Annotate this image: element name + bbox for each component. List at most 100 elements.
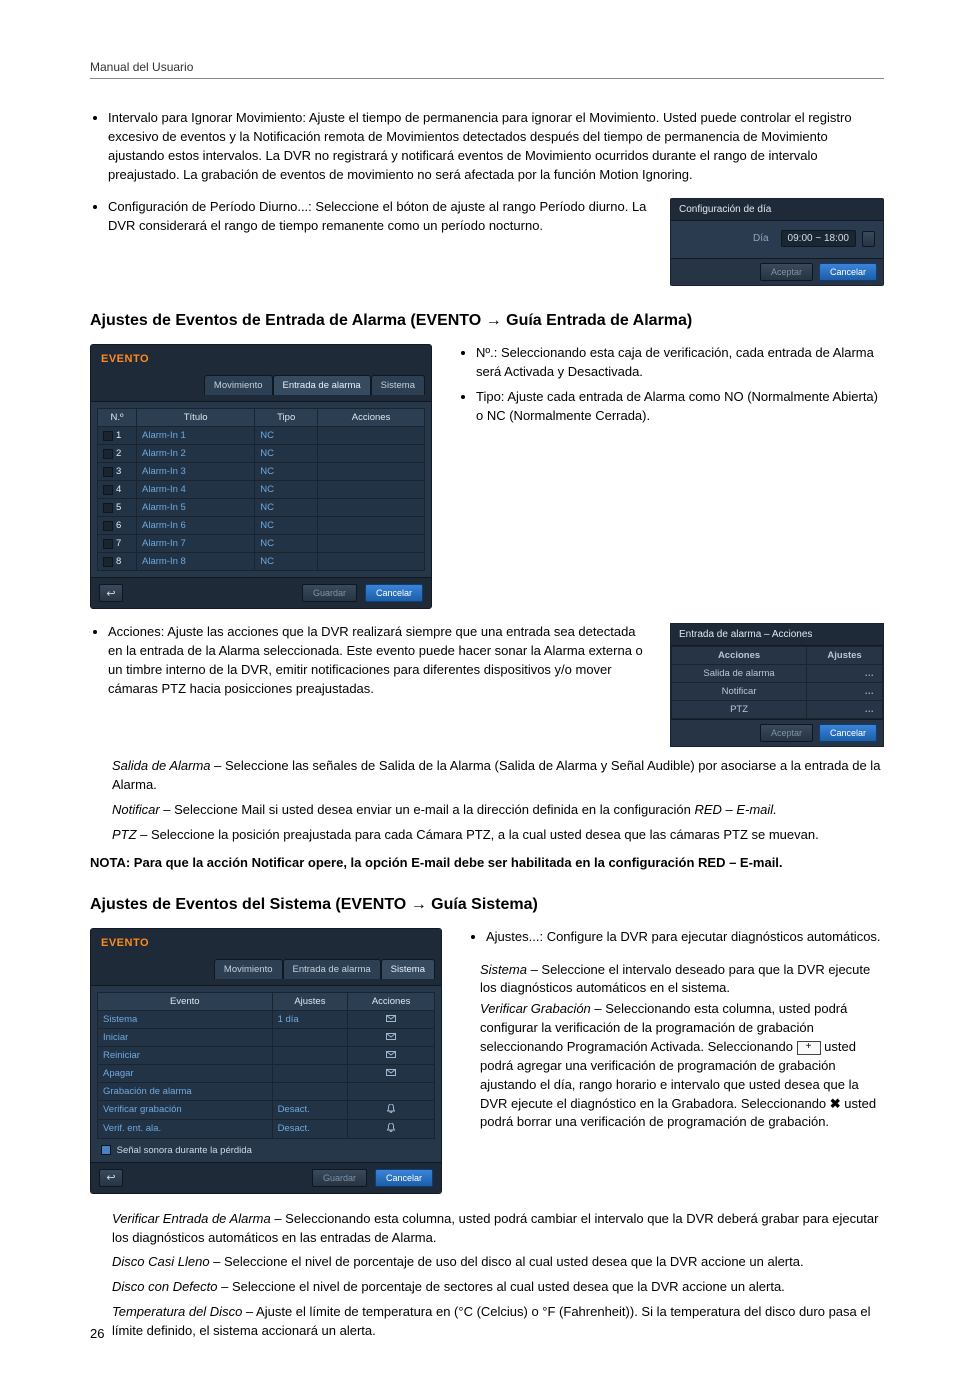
loss-beep-label: Señal sonora durante la pérdida	[117, 1145, 252, 1156]
col-num[interactable]: N.º	[98, 409, 137, 427]
acciones-col-acciones: Acciones	[672, 647, 807, 665]
acciones-accept-button[interactable]: Aceptar	[760, 724, 813, 742]
table-row[interactable]: Verif. ent. ala.Desact.	[98, 1119, 435, 1138]
checkbox-icon[interactable]	[101, 1145, 111, 1155]
day-time-field[interactable]: 09:00 ~ 18:00	[781, 230, 856, 247]
bullet-ajustes: Ajustes...: Configure la DVR para ejecut…	[486, 928, 884, 947]
note-disco-defecto: Disco con Defecto – Seleccione el nivel …	[112, 1278, 884, 1297]
table-row[interactable]: 8Alarm-In 8NC	[98, 553, 425, 571]
table-row[interactable]: Salida de alarma…	[672, 665, 883, 683]
note-temperatura-disco: Temperatura del Disco – Ajuste el límite…	[112, 1303, 884, 1341]
section-alarm-input-heading: Ajustes de Eventos de Entrada de Alarma …	[90, 312, 884, 330]
table-row[interactable]: 1Alarm-In 1NC	[98, 427, 425, 445]
bell-icon	[387, 1123, 395, 1132]
note-ptz: PTZ – Seleccione la posición preajustada…	[112, 826, 884, 845]
col-actions[interactable]: Acciones	[318, 409, 425, 427]
tab-entrada-alarma[interactable]: Entrada de alarma	[283, 959, 381, 979]
acciones-bullet-wrap: Acciones: Ajuste las acciones que la DVR…	[90, 623, 652, 704]
day-time-value: 09:00 ~ 18:00	[788, 233, 849, 244]
table-row[interactable]: Sistema1 día	[98, 1010, 435, 1028]
plus-icon: +	[797, 1041, 821, 1055]
table-row[interactable]: Iniciar	[98, 1028, 435, 1046]
checkbox-icon[interactable]	[103, 539, 113, 549]
mail-icon	[386, 1069, 396, 1076]
bullet-day-config-wrap: Configuración de Período Diurno...: Sele…	[90, 198, 652, 242]
note-notificar: Notificar – Seleccione Mail si usted des…	[112, 801, 884, 820]
acciones-col-ajustes: Ajustes	[807, 647, 883, 665]
table-row[interactable]: Grabación de alarma	[98, 1082, 435, 1100]
bullet-motion-ignore: Intervalo para Ignorar Movimiento: Ajust…	[108, 109, 884, 184]
system-event-table: Evento Ajustes Acciones Sistema1 día Ini…	[97, 992, 435, 1139]
checkbox-icon[interactable]	[103, 557, 113, 567]
tab-movimiento[interactable]: Movimiento	[204, 375, 273, 395]
checkbox-icon[interactable]	[103, 431, 113, 441]
note-disco-lleno: Disco Casi Lleno – Seleccione el nivel d…	[112, 1253, 884, 1272]
table-row[interactable]: 3Alarm-In 3NC	[98, 463, 425, 481]
section-system-events-heading: Ajustes de Eventos del Sistema (EVENTO →…	[90, 896, 884, 914]
cancel-button[interactable]: Cancelar	[375, 1169, 433, 1187]
tab-sistema[interactable]: Sistema	[371, 375, 425, 395]
evento-system-ui: EVENTO Movimiento Entrada de alarma Sist…	[90, 928, 442, 1194]
day-config-panel: Configuración de día Día 09:00 ~ 18:00 A…	[670, 198, 884, 286]
col-event: Evento	[98, 992, 273, 1010]
table-row[interactable]: PTZ…	[672, 701, 883, 719]
nota-email: NOTA: Para que la acción Notificar opere…	[90, 855, 884, 870]
day-label: Día	[679, 233, 775, 244]
table-row[interactable]: 2Alarm-In 2NC	[98, 445, 425, 463]
bullet-num: Nº.: Seleccionando esta caja de verifica…	[476, 344, 884, 382]
table-row[interactable]: Apagar	[98, 1064, 435, 1082]
tab-entrada-alarma[interactable]: Entrada de alarma	[273, 375, 371, 395]
note-sistema: Sistema – Seleccione el intervalo desead…	[480, 961, 884, 999]
alarm-tabs: Movimiento Entrada de alarma Sistema	[91, 371, 431, 402]
mail-icon	[386, 1015, 396, 1022]
tab-movimiento[interactable]: Movimiento	[214, 959, 283, 979]
acciones-cancel-button[interactable]: Cancelar	[819, 724, 877, 742]
alarm-input-table: N.º Título Tipo Acciones 1Alarm-In 1NC 2…	[97, 408, 425, 571]
system-side-bullets: Ajustes...: Configure la DVR para ejecut…	[468, 928, 884, 947]
evento-alarm-ui: EVENTO Movimiento Entrada de alarma Sist…	[90, 344, 432, 609]
bell-icon	[387, 1104, 395, 1113]
day-cancel-button[interactable]: Cancelar	[819, 263, 877, 281]
save-button[interactable]: Guardar	[312, 1169, 367, 1187]
col-acciones: Acciones	[348, 992, 435, 1010]
mail-icon	[386, 1033, 396, 1040]
system-tabs: Movimiento Entrada de alarma Sistema	[91, 955, 441, 986]
table-row[interactable]: 4Alarm-In 4NC	[98, 481, 425, 499]
checkbox-icon[interactable]	[103, 485, 113, 495]
table-row[interactable]: Reiniciar	[98, 1046, 435, 1064]
checkbox-icon[interactable]	[103, 467, 113, 477]
evento-brand: EVENTO	[91, 345, 431, 371]
mail-icon	[386, 1051, 396, 1058]
top-bullet-list: Intervalo para Ignorar Movimiento: Ajust…	[90, 109, 884, 184]
time-stepper[interactable]	[862, 231, 875, 247]
evento-brand: EVENTO	[91, 929, 441, 955]
checkbox-icon[interactable]	[103, 503, 113, 513]
table-row[interactable]: Notificar…	[672, 683, 883, 701]
col-ajustes: Ajustes	[272, 992, 348, 1010]
checkbox-icon[interactable]	[103, 521, 113, 531]
table-row[interactable]: 5Alarm-In 5NC	[98, 499, 425, 517]
page-number: 26	[90, 1326, 104, 1341]
back-button[interactable]: ↩	[99, 584, 123, 602]
day-accept-button[interactable]: Aceptar	[760, 263, 813, 281]
back-button[interactable]: ↩	[99, 1169, 123, 1187]
col-type[interactable]: Tipo	[255, 409, 318, 427]
cancel-button[interactable]: Cancelar	[365, 584, 423, 602]
bullet-acciones: Acciones: Ajuste las acciones que la DVR…	[108, 623, 652, 698]
day-panel-title: Configuración de día	[671, 199, 883, 221]
save-button[interactable]: Guardar	[302, 584, 357, 602]
acciones-panel-title: Entrada de alarma – Acciones	[671, 624, 883, 646]
tab-sistema[interactable]: Sistema	[381, 959, 435, 979]
note-verificar-grabacion: Verificar Grabación – Seleccionando esta…	[480, 1000, 884, 1132]
col-title[interactable]: Título	[137, 409, 255, 427]
table-row[interactable]: 7Alarm-In 7NC	[98, 535, 425, 553]
page-header: Manual del Usuario	[90, 60, 884, 79]
alarm-side-bullets: Nº.: Seleccionando esta caja de verifica…	[458, 344, 884, 425]
table-row[interactable]: Verificar grabaciónDesact.	[98, 1100, 435, 1119]
bullet-type: Tipo: Ajuste cada entrada de Alarma como…	[476, 388, 884, 426]
bullet-day-config: Configuración de Período Diurno...: Sele…	[108, 198, 652, 236]
table-row[interactable]: 6Alarm-In 6NC	[98, 517, 425, 535]
checkbox-icon[interactable]	[103, 449, 113, 459]
note-verificar-entrada: Verificar Entrada de Alarma – Selecciona…	[112, 1210, 884, 1248]
note-salida-alarma: Salida de Alarma – Seleccione las señale…	[112, 757, 884, 795]
